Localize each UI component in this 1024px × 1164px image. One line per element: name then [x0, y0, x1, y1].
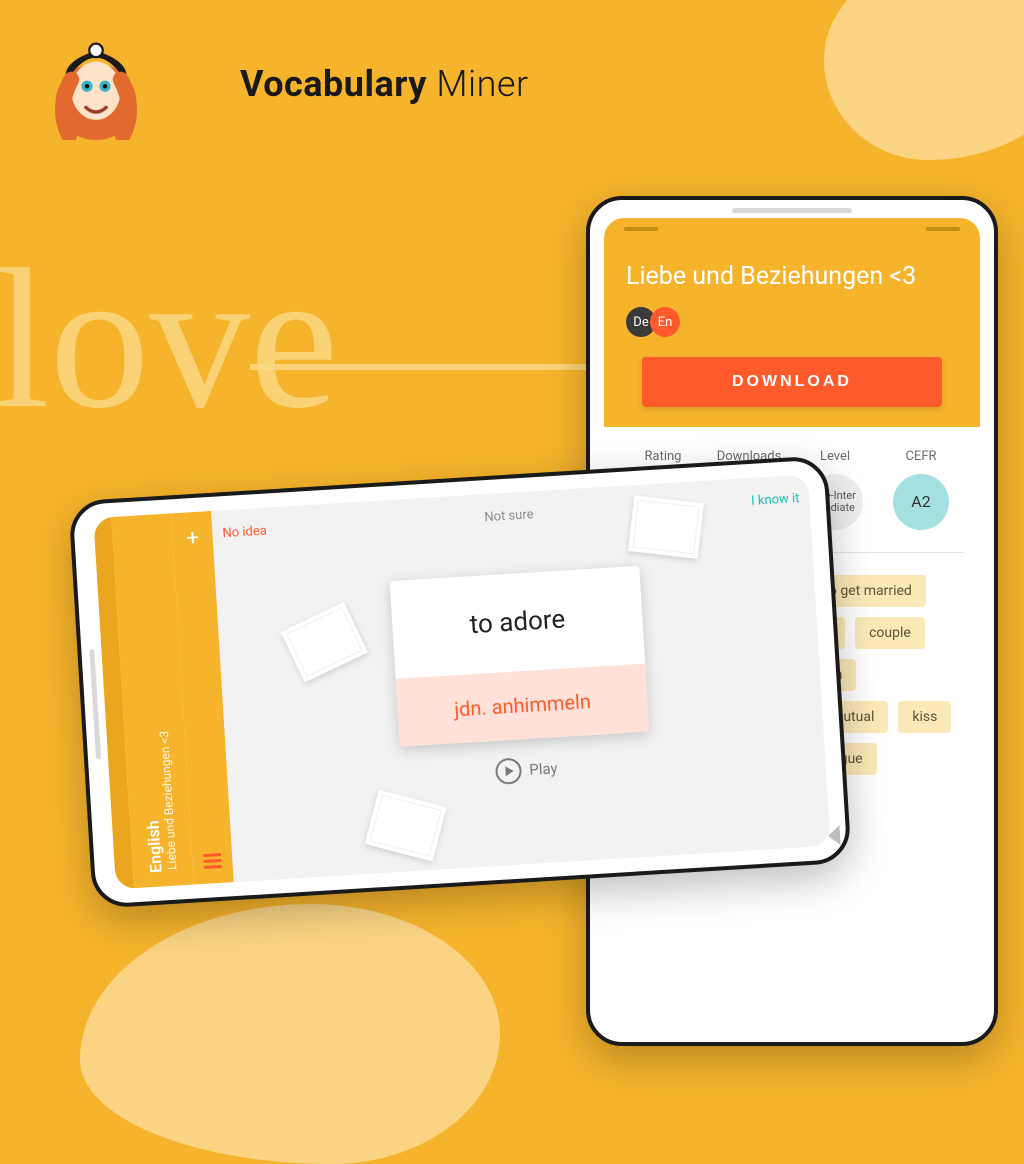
add-card-button[interactable]: +	[186, 526, 200, 552]
play-icon	[495, 757, 523, 785]
pack-header: Liebe und Beziehungen <3 De En DOWNLOAD	[604, 240, 980, 427]
swipe-not-sure: Not sure	[484, 507, 534, 525]
flashcard-back: jdn. anhimmeln	[396, 664, 650, 747]
phone-horizontal: English Liebe und Beziehungen <3 + No id…	[68, 455, 851, 909]
phone-h-screen: English Liebe und Beziehungen <3 + No id…	[93, 474, 830, 889]
decorative-blob-top	[824, 0, 1024, 160]
pack-title: Liebe und Beziehungen <3	[626, 262, 958, 291]
mascot-avatar	[40, 28, 152, 140]
flashcard-area: No idea Not sure I know it to adore jdn.…	[211, 474, 831, 882]
decorative-love-text: love	[0, 240, 338, 440]
paper-decor	[281, 602, 368, 683]
swipe-hint-row: No idea Not sure I know it	[212, 490, 810, 541]
page-header: Vocabulary Miner	[40, 28, 529, 140]
flashcard-front: to adore	[390, 566, 646, 679]
stat-cefr-value: A2	[893, 474, 949, 530]
decorative-blob-bottom	[80, 904, 500, 1164]
filter-icon[interactable]	[203, 853, 222, 870]
app-title-strong: Vocabulary	[240, 63, 427, 105]
play-audio-button[interactable]: Play	[495, 755, 559, 785]
play-label: Play	[529, 759, 558, 779]
stat-cefr: CEFR A2	[880, 449, 962, 530]
phone-speaker	[732, 208, 852, 213]
paper-decor	[365, 790, 447, 862]
flashcard[interactable]: to adore jdn. anhimmeln	[390, 566, 650, 747]
status-bar	[604, 218, 980, 240]
swipe-know-it: I know it	[751, 491, 800, 509]
stat-rating-label: Rating	[622, 449, 704, 464]
app-title-light: Miner	[436, 63, 528, 105]
lang-to-badge: En	[650, 307, 680, 337]
stat-cefr-label: CEFR	[880, 449, 962, 464]
download-button[interactable]: DOWNLOAD	[642, 357, 942, 407]
phone-h-speaker	[89, 649, 101, 759]
word-chip[interactable]: kiss	[898, 701, 951, 733]
swipe-no-idea: No idea	[222, 524, 267, 542]
language-pair: De En	[626, 307, 680, 337]
word-chip[interactable]: couple	[855, 617, 925, 649]
app-title: Vocabulary Miner	[240, 63, 529, 105]
